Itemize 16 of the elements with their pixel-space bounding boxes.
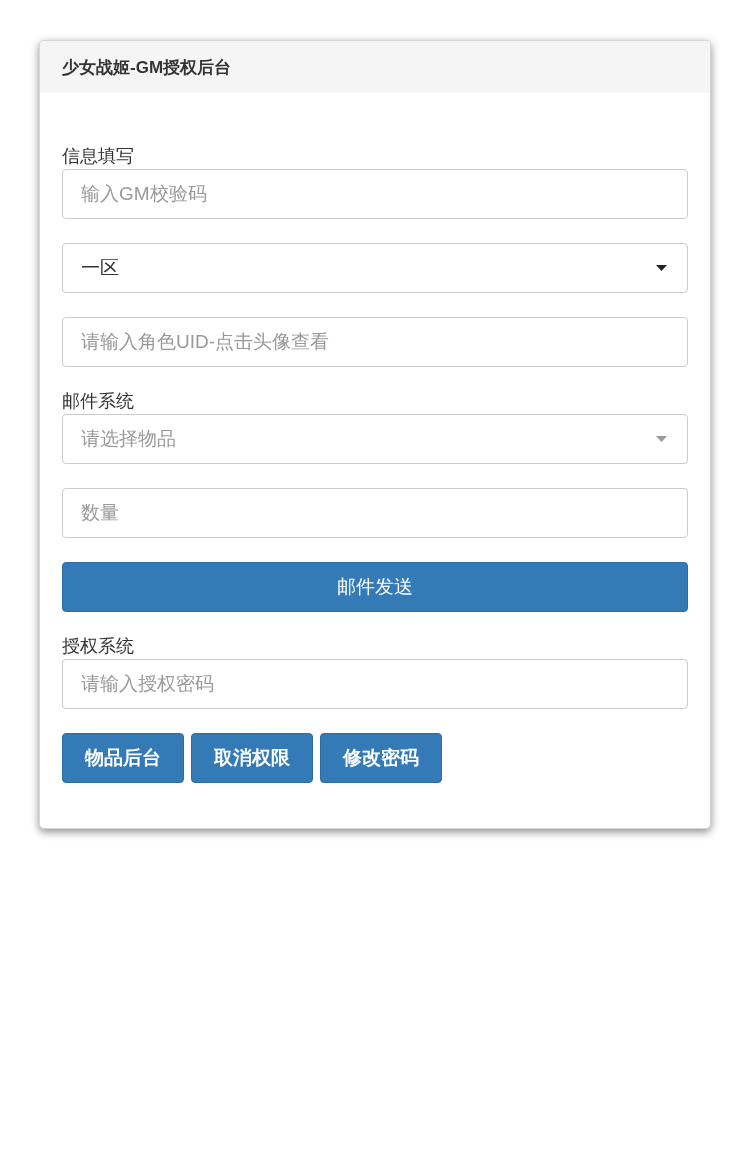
section-label: 邮件系统 (62, 391, 134, 411)
send-mail-button[interactable]: 邮件发送 (62, 562, 688, 612)
panel-title: 少女战姬-GM授权后台 (62, 56, 232, 79)
action-button[interactable]: 修改密码 (320, 733, 442, 783)
select-field[interactable]: 请选择物品 (62, 414, 688, 464)
caret-icon (656, 265, 667, 271)
action-button[interactable]: 物品后台 (62, 733, 184, 783)
section-label: 授权系统 (62, 636, 134, 656)
caret-icon (656, 436, 667, 442)
select-field[interactable]: 一区 (62, 243, 688, 293)
input-field[interactable]: 请输入角色UID-点击头像查看 (62, 317, 688, 367)
section-label: 信息填写 (62, 146, 134, 166)
input-field[interactable]: 输入GM校验码 (62, 169, 688, 219)
input-field[interactable]: 数量 (62, 488, 688, 538)
action-button[interactable]: 取消权限 (191, 733, 313, 783)
input-field[interactable]: 请输入授权密码 (62, 659, 688, 709)
